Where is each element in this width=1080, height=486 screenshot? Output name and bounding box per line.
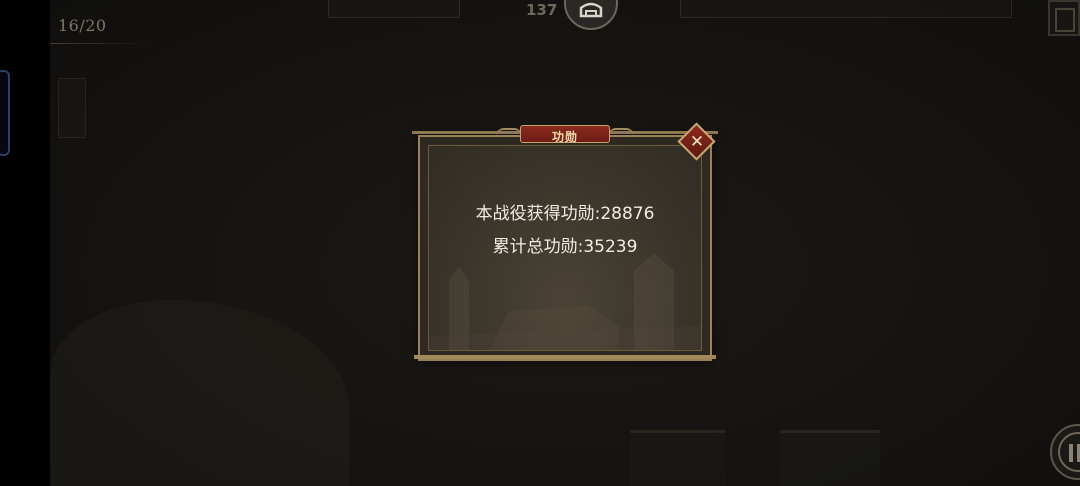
dialog-title-plaque: 功勋 — [520, 125, 610, 144]
helmet-glyph — [579, 2, 603, 18]
scroll-menu-button[interactable] — [1048, 0, 1080, 36]
top-resource-number: 137 — [526, 1, 558, 19]
edge-pull-tab[interactable] — [0, 70, 10, 156]
background-building — [780, 430, 880, 486]
scroll-icon — [1055, 8, 1075, 32]
battle-merit-earned: 本战役获得功勋:28876 — [475, 204, 655, 224]
info-button[interactable] — [1050, 424, 1080, 480]
background-top-frame — [328, 0, 460, 18]
left-letterbox — [0, 0, 50, 486]
title-ornament-right — [608, 128, 634, 142]
counter-divider — [50, 43, 150, 44]
stage-progress-counter: 16/20 — [58, 16, 107, 35]
close-button[interactable]: ✕ — [676, 121, 718, 163]
background-top-frame — [680, 0, 1012, 18]
dialog-bottom-trim — [414, 355, 716, 359]
info-icon — [1058, 432, 1080, 472]
game-screen: 16/20 137 功勋 ✕ 本战役获得功勋:28876 累计总功勋:35239 — [0, 0, 1080, 486]
merit-dialog: 功勋 ✕ 本战役获得功勋:28876 累计总功勋:35239 — [412, 122, 718, 361]
dialog-background-scenery — [429, 253, 701, 350]
helmet-icon[interactable] — [564, 0, 618, 30]
dialog-title: 功勋 — [551, 130, 578, 144]
background-side-panel — [58, 78, 86, 138]
background-hill — [50, 300, 350, 486]
close-x-icon: ✕ — [689, 132, 705, 152]
background-building — [630, 430, 725, 486]
total-merit: 累计总功勋:35239 — [492, 237, 638, 257]
title-ornament-left — [496, 128, 522, 142]
